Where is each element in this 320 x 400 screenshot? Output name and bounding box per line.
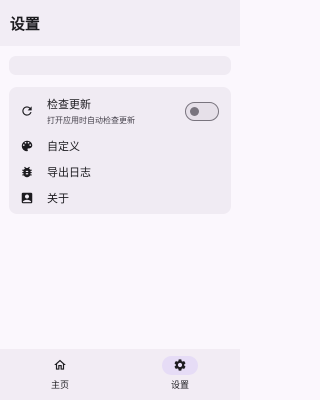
nav-item-home[interactable]: 主页 <box>0 349 120 400</box>
nav-label-home: 主页 <box>50 381 69 391</box>
export-log-row[interactable]: 导出日志 <box>9 161 231 185</box>
gear-icon <box>173 358 187 372</box>
check-update-row[interactable]: 检查更新 打开应用时自动检查更新 <box>9 87 231 133</box>
account-box-icon <box>20 191 34 205</box>
check-update-description: 打开应用时自动检查更新 <box>47 116 135 125</box>
top-app-bar: 设置 <box>0 0 240 46</box>
customize-label: 自定义 <box>47 140 80 153</box>
customize-row[interactable]: 自定义 <box>9 135 231 159</box>
palette-icon <box>20 139 34 153</box>
bug-icon <box>20 165 34 179</box>
search-bar[interactable] <box>9 56 231 75</box>
about-label: 关于 <box>47 192 69 205</box>
refresh-icon <box>20 104 34 118</box>
home-icon <box>53 358 67 372</box>
page-title: 设置 <box>10 15 41 33</box>
export-log-label: 导出日志 <box>47 166 91 179</box>
nav-label-settings: 设置 <box>170 381 189 391</box>
nav-item-settings[interactable]: 设置 <box>120 349 240 400</box>
check-update-toggle[interactable] <box>185 102 219 121</box>
bottom-navigation: 主页 设置 <box>0 349 240 400</box>
app-root: 设置 检查更新 打开应用时自动检查更新 自定义 导出日志 关于 主页 设置 <box>0 0 240 400</box>
toggle-knob <box>190 106 199 116</box>
about-row[interactable]: 关于 <box>9 187 231 211</box>
settings-card: 检查更新 打开应用时自动检查更新 自定义 导出日志 关于 <box>9 87 231 214</box>
check-update-label: 检查更新 <box>47 98 91 111</box>
